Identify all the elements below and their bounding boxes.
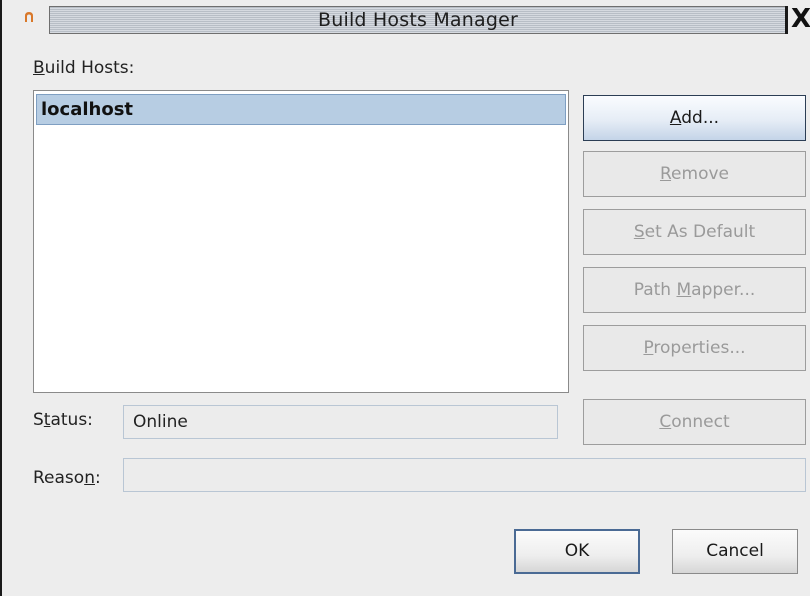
title-bar-divider [785,6,788,34]
connect-button[interactable]: Connect [583,399,806,445]
build-hosts-label: Build Hosts: [33,58,135,78]
reason-label: Reason: [33,468,101,488]
app-icon [25,12,33,22]
window-title: Build Hosts Manager [317,9,519,31]
remove-button[interactable]: Remove [583,151,806,197]
reason-field [123,458,806,492]
set-as-default-button[interactable]: Set As Default [583,209,806,255]
ok-button[interactable]: OK [514,529,640,574]
build-hosts-list[interactable]: localhost [33,90,569,393]
status-label: Status: [33,410,93,430]
status-field: Online [123,405,558,439]
list-item-localhost[interactable]: localhost [36,94,566,125]
path-mapper-button[interactable]: Path Mapper... [583,267,806,313]
add-button[interactable]: Add... [583,95,806,141]
close-icon[interactable]: X [790,3,810,35]
title-bar[interactable]: Build Hosts Manager X [2,0,810,36]
build-hosts-manager-dialog: Build Hosts Manager X Build Hosts: local… [0,0,810,596]
properties-button[interactable]: Properties... [583,325,806,371]
cancel-button[interactable]: Cancel [672,529,798,574]
